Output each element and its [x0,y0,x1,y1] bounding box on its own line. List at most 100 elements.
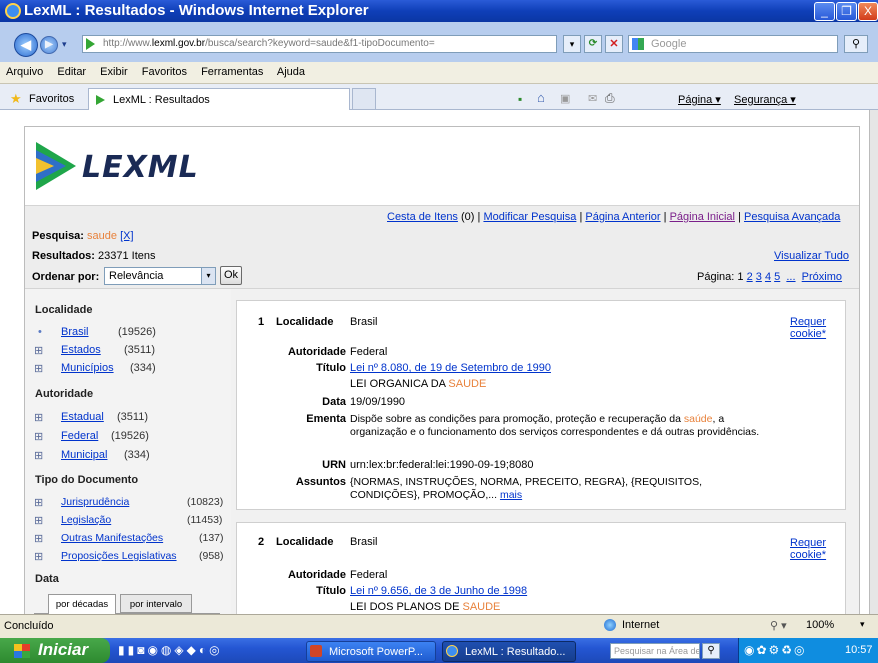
mais-link[interactable]: mais [500,489,522,501]
expand-icon[interactable]: ⊞ [34,532,43,545]
ordenar-select[interactable]: Relevância [104,267,216,285]
titulo-link[interactable]: Lei nº 9.656, de 3 de Junho de 1998 [350,585,527,597]
expand-icon[interactable]: ⊞ [34,514,43,527]
subtitulo-text: LEI DOS PLANOS DE [350,601,463,613]
rss-icon[interactable]: ▣ [560,92,570,105]
expand-icon[interactable]: ⊞ [34,430,43,443]
pesquisa-avancada-link[interactable]: Pesquisa Avançada [744,211,840,223]
pagina-anterior-link[interactable]: Página Anterior [585,211,660,223]
modificar-pesquisa-link[interactable]: Modificar Pesquisa [483,211,576,223]
menu-favoritos[interactable]: Favoritos [142,66,187,78]
tab-lexml-resultados[interactable]: LexML : Resultados [88,88,350,110]
mail-icon[interactable]: ✉ [588,92,597,105]
expand-icon[interactable]: ⊞ [34,496,43,509]
maximize-button[interactable]: ❐ [836,2,857,21]
facet-legislacao-link[interactable]: Legislação [61,514,111,526]
tab-page-icon [96,95,105,105]
task-powerpoint[interactable]: Microsoft PowerP... [306,641,436,662]
facet-municipios-link[interactable]: Municípios [61,362,114,374]
zoom-level[interactable]: 100% [806,619,834,631]
page-menu-button[interactable]: Página ▾ [678,93,721,106]
taskbar-search-button[interactable]: ⚲ [702,643,720,659]
expand-icon[interactable]: ⊞ [34,550,43,563]
page-2-link[interactable]: 2 [747,271,753,283]
menu-ferramentas[interactable]: Ferramentas [201,66,263,78]
expand-icon[interactable]: ⊞ [34,344,43,357]
requer-cookie-link[interactable]: Requer cookie* [790,537,826,561]
page-4-link[interactable]: 4 [765,271,771,283]
menu-arquivo[interactable]: Arquivo [6,66,43,78]
search-box[interactable]: Google [628,35,838,53]
facet-municipal-link[interactable]: Municipal [61,449,107,461]
menu-editar[interactable]: Editar [57,66,86,78]
requer-cookie-link[interactable]: Requer cookie* [790,316,826,340]
facet-brasil-link[interactable]: Brasil [61,326,89,338]
remove-term-link[interactable]: [X] [120,230,133,242]
minimize-button[interactable]: _ [814,2,835,21]
ementa-text: Dispõe sobre as condições para promoção,… [350,413,770,439]
pagina-inicial-link[interactable]: Página Inicial [670,211,735,223]
refresh-button[interactable]: ⟳ [584,35,602,53]
page-5-link[interactable]: 5 [774,271,780,283]
autoridade-label: Autoridade [287,569,346,581]
security-menu-button[interactable]: Segurança ▾ [734,93,796,106]
home-icon[interactable]: ⌂ [537,90,545,105]
facet-proposicoes-link[interactable]: Proposições Legislativas [61,550,177,562]
feeds-icon[interactable]: ▪ [518,92,522,106]
clock: 10:57 [845,644,873,656]
visualizar-tudo-link[interactable]: Visualizar Tudo [774,250,849,262]
facet-jurisprudencia-link[interactable]: Jurisprudência [61,496,129,508]
proximo-link[interactable]: Próximo [802,271,842,283]
facet-estadual-link[interactable]: Estadual [61,411,104,423]
stop-button[interactable]: ✕ [605,35,623,53]
task-lexml[interactable]: LexML : Resultado... [442,641,576,662]
result-number: 1 [258,316,265,328]
search-go-button[interactable]: ⚲ [844,35,868,53]
zoom-dropdown-icon[interactable]: ▾ [860,619,865,630]
tab-por-intervalo[interactable]: por intervalo [120,594,192,613]
menu-exibir[interactable]: Exibir [100,66,128,78]
new-tab-button[interactable] [352,88,376,110]
facet-federal-link[interactable]: Federal [61,430,98,442]
facet-estados-link[interactable]: Estados [61,344,101,356]
pagina-label: Página: [697,271,735,283]
print-icon[interactable]: ⎙ [605,91,615,106]
address-dropdown-button[interactable]: ▾ [563,35,581,53]
facet-outras-link[interactable]: Outras Manifestações [61,532,163,544]
protected-mode-icon[interactable]: ⚲ ▾ [770,619,787,632]
cesta-link[interactable]: Cesta de Itens [387,211,458,223]
expand-icon[interactable]: ⊞ [34,411,43,424]
facet-count: (958) [199,550,224,562]
history-dropdown-icon[interactable]: ▾ [62,39,67,50]
tab-title: LexML : Resultados [113,94,210,106]
data-value: 19/09/1990 [350,396,406,408]
expand-icon[interactable]: ⊞ [34,362,43,375]
quick-launch-icons[interactable]: ▮▮◙◉◍◈◆◐◎ [118,643,223,657]
facet-count: (334) [124,449,150,461]
result-localidade: Brasil [350,536,378,548]
titulo-link[interactable]: Lei nº 8.080, de 19 de Setembro de 1990 [350,362,551,374]
address-bar[interactable]: http://www.lexml.gov.br/busca/search?key… [82,35,557,53]
chevron-down-icon[interactable]: ▾ [201,268,215,284]
result-localidade: Brasil [350,316,378,328]
tray-icons[interactable]: ◉✿⚙♻◎ [744,643,807,657]
taskbar-search-input[interactable]: Pesquisar na Área de ... [610,643,700,659]
separator: | [738,211,741,223]
powerpoint-icon [310,645,322,657]
page-icon [86,38,95,50]
back-button[interactable]: ◀ [14,33,38,57]
facet-count: (137) [199,532,224,544]
cesta-count: (0) [461,211,475,223]
pagination-ellipsis[interactable]: ... [786,271,795,283]
separator: | [477,211,481,223]
close-window-button[interactable]: X [858,2,878,21]
assuntos-label: Assuntos [295,476,346,488]
favorites-button[interactable]: Favoritos [29,93,74,105]
tab-por-decadas[interactable]: por décadas [48,594,116,614]
expand-icon[interactable]: ⊞ [34,449,43,462]
page-3-link[interactable]: 3 [756,271,762,283]
menu-ajuda[interactable]: Ajuda [277,66,305,78]
vertical-scrollbar[interactable] [869,110,878,614]
forward-button[interactable]: ▶ [40,36,58,54]
ok-button[interactable]: Ok [220,266,242,285]
